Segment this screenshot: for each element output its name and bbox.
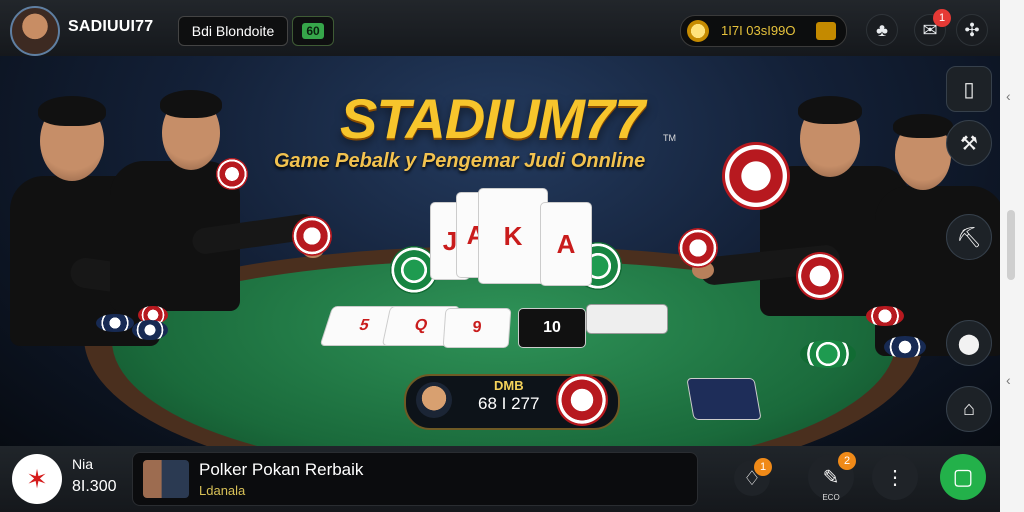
tag-badge[interactable]: 60 [292,16,334,46]
news-title: Polker Pokan Rerbaik [199,460,364,479]
network-icon[interactable]: ✣ [956,14,988,46]
avatar[interactable] [10,6,60,56]
system-rightbar: ‹ ‹ [1000,0,1024,512]
news-avatar [143,460,189,498]
chip-red [678,228,718,268]
player-panel[interactable]: DMB 68 I 277 [404,374,620,430]
card-8: 10 [518,308,586,348]
tag-pill[interactable]: Bdi Blondoite [178,16,288,46]
chip-stack-green [800,340,856,368]
people-icon[interactable]: ⋮ [872,454,918,500]
top-bar: SADIUUI77 Bdi Blondoite 60 1I7I 03sI99O … [0,0,1000,56]
chip-stack-navy [96,314,134,332]
coin-balance[interactable]: 1I7I 03sI99O [680,15,847,47]
play-icon[interactable]: ▢ [940,454,986,500]
notification-badge: 1 [933,9,951,27]
maple-icon[interactable]: ✶ [12,454,62,504]
coin-value: 1I7I 03sI99O [721,23,796,38]
deck [686,378,762,420]
panel-chip-icon [556,374,608,426]
chip-stack-navy [884,336,926,358]
chip-icon[interactable]: ♣ [866,14,898,46]
trademark: TM [663,133,676,143]
chip-red [216,158,248,190]
gift-icon[interactable]: ♢ 1 [734,458,772,496]
pick-icon[interactable]: ⛏ [946,214,992,260]
back-icon[interactable]: ‹ [1006,88,1011,104]
bet-label: Nia [72,456,94,472]
username: SADIUUI77 [68,18,154,35]
card-9 [586,304,668,334]
notification-badge: 1 [754,458,772,476]
hammer-icon[interactable]: ⚒ [946,120,992,166]
chest-icon [816,22,836,40]
tag-badge-label: 60 [302,23,324,39]
panel-name: DMB [494,378,524,393]
chip-red [796,252,844,300]
game-scene: STADIUM77 TM Game Pebalk y Pengemar Judi… [0,56,1000,446]
panel-avatar [416,382,452,418]
scroll-handle[interactable] [1007,210,1015,280]
card-7: 9 [442,308,512,348]
notification-badge: 2 [838,452,856,470]
chat-label: ECO [822,493,840,502]
mail-icon[interactable]: ✉ 1 [914,9,951,46]
bag-icon[interactable]: ⬤ [946,320,992,366]
bet-value: 8I.300 [72,478,117,495]
home-icon[interactable]: ⌂ [946,386,992,432]
chip-stack-navy [132,320,168,340]
door-icon[interactable]: ▯ [946,66,992,112]
game-title: STADIUM77 [340,87,645,150]
news-subtitle: Ldanala [199,483,246,498]
chip-red [292,216,332,256]
news-banner[interactable]: Polker Pokan Rerbaik Ldanala [132,452,698,506]
bottom-bar: ✶ Nia 8I.300 Polker Pokan Rerbaik Ldanal… [0,446,1000,512]
coin-icon [687,20,709,42]
chip-stack-red [866,306,904,326]
nav-icon[interactable]: ‹ [1006,372,1011,388]
chip-red [722,142,790,210]
chat-icon[interactable]: ✎ 2 ECO [808,452,856,502]
card-3: K [478,188,548,284]
card-4: A [540,202,592,286]
panel-value: 68 I 277 [478,394,540,413]
